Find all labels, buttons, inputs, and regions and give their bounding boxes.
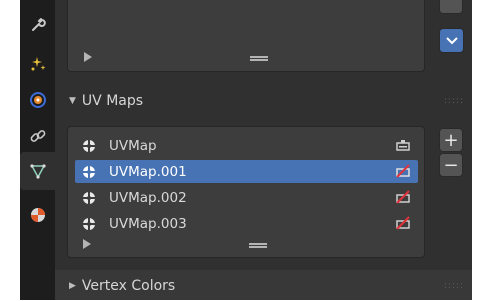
drag-handle-icon[interactable]: :::::	[444, 281, 464, 291]
list-filter-toggle-icon[interactable]	[83, 239, 91, 249]
drag-handle-icon[interactable]: :::::	[444, 96, 464, 106]
plus-icon: +	[443, 129, 459, 151]
render-camera-disabled-icon[interactable]	[395, 164, 411, 178]
render-camera-disabled-icon[interactable]	[395, 190, 411, 204]
mesh-data-icon[interactable]	[27, 160, 49, 182]
chevron-right-icon: ▶	[69, 281, 76, 291]
properties-tab-strip	[20, 0, 55, 300]
specials-dropdown-button[interactable]	[439, 28, 464, 53]
chevron-down-icon	[445, 36, 458, 44]
render-camera-icon[interactable]	[395, 138, 411, 152]
remove-uv-map-button[interactable]: −	[439, 153, 463, 177]
uv-map-name: UVMap.003	[109, 215, 187, 232]
constraints-icon[interactable]	[27, 125, 49, 147]
render-camera-disabled-icon[interactable]	[395, 216, 411, 230]
list-item[interactable]: UVMap.002	[75, 186, 418, 209]
uv-maps-panel-header[interactable]: ▼ UV Maps :::::	[55, 86, 472, 116]
list-item[interactable]: UVMap	[75, 134, 418, 157]
list-resize-grip[interactable]	[250, 56, 268, 61]
physics-icon[interactable]	[27, 89, 49, 111]
list-item[interactable]: UVMap.003	[75, 212, 418, 235]
vertex-colors-title: Vertex Colors	[81, 278, 176, 294]
uv-map-name: UVMap.002	[109, 189, 187, 206]
previous-list-box	[67, 0, 425, 72]
wrench-icon[interactable]	[27, 14, 49, 36]
uv-group-icon	[83, 140, 95, 152]
chevron-down-icon: ▼	[69, 96, 76, 106]
minus-icon: −	[443, 154, 459, 176]
vertex-colors-panel-header[interactable]: ▶ Vertex Colors :::::	[55, 271, 472, 301]
uv-group-icon	[83, 218, 95, 230]
list-item-selected[interactable]: UVMap.001	[75, 160, 418, 183]
uv-group-icon	[83, 192, 95, 204]
list-filter-toggle-icon[interactable]	[84, 52, 92, 62]
add-uv-map-button[interactable]: +	[439, 128, 463, 152]
particles-icon[interactable]	[27, 53, 49, 75]
material-icon[interactable]	[27, 204, 49, 226]
list-resize-grip[interactable]	[249, 243, 267, 248]
uv-group-icon	[83, 166, 95, 178]
previous-panel-button[interactable]	[439, 0, 463, 14]
uv-maps-title: UV Maps	[81, 93, 144, 109]
uv-map-name: UVMap.001	[109, 163, 187, 180]
region-edge	[472, 0, 481, 300]
uv-map-name: UVMap	[109, 137, 157, 154]
